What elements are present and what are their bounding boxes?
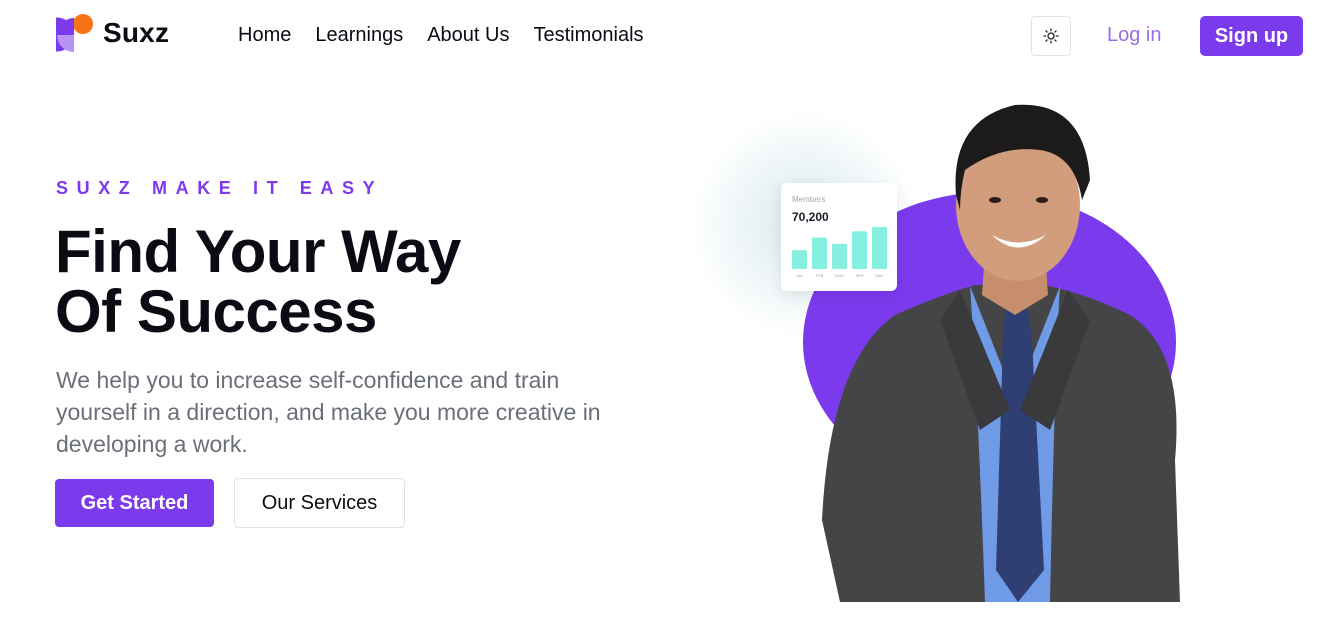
members-bar-apr (852, 231, 867, 269)
nav-link-learnings[interactable]: Learnings (315, 24, 403, 47)
hero-headline-line-2: Of Success (55, 278, 377, 345)
members-tick-label: FEB (816, 273, 824, 278)
members-label: Members (792, 195, 826, 204)
hero-description: We help you to increase self-confidence … (56, 367, 601, 457)
members-tick-label: MAR (835, 273, 844, 278)
members-tick-label: MAY (875, 273, 884, 278)
members-bar-jan (792, 250, 807, 269)
members-value: 70,200 (792, 210, 829, 224)
brand-logo[interactable]: Suxz (56, 14, 169, 52)
members-tick-label: APR (855, 273, 863, 278)
hero-headline: Find Your Way Of Success (55, 222, 461, 342)
brand-name: Suxz (103, 17, 170, 48)
members-stats-card: Members 70,200 JAN FEB MAR APR MAY (781, 183, 897, 291)
nav-link-testimonials[interactable]: Testimonials (533, 24, 643, 47)
login-link[interactable]: Log in (1107, 24, 1162, 47)
nav-link-home[interactable]: Home (238, 24, 291, 47)
signup-button[interactable]: Sign up (1200, 16, 1303, 56)
members-bar-may (872, 227, 887, 269)
hero-headline-line-1: Find Your Way (55, 218, 461, 285)
hero-portrait-image (822, 104, 1180, 602)
sun-icon (1043, 28, 1059, 44)
hero-eyebrow: SUXZ MAKE IT EASY (56, 178, 384, 198)
main-nav: Home Learnings About Us Testimonials (238, 24, 644, 47)
our-services-button[interactable]: Our Services (234, 478, 405, 528)
members-tick-label: JAN (796, 273, 804, 278)
logo-mark-icon (56, 14, 93, 52)
theme-toggle-button[interactable] (1031, 16, 1071, 56)
nav-link-about-us[interactable]: About Us (427, 24, 509, 47)
get-started-button[interactable]: Get Started (55, 479, 214, 527)
members-bar-mar (832, 243, 847, 269)
members-bar-chart: JAN FEB MAR APR MAY (792, 227, 887, 278)
members-bar-feb (812, 237, 827, 269)
site-header: Suxz Home Learnings About Us Testimonial… (0, 0, 1343, 72)
